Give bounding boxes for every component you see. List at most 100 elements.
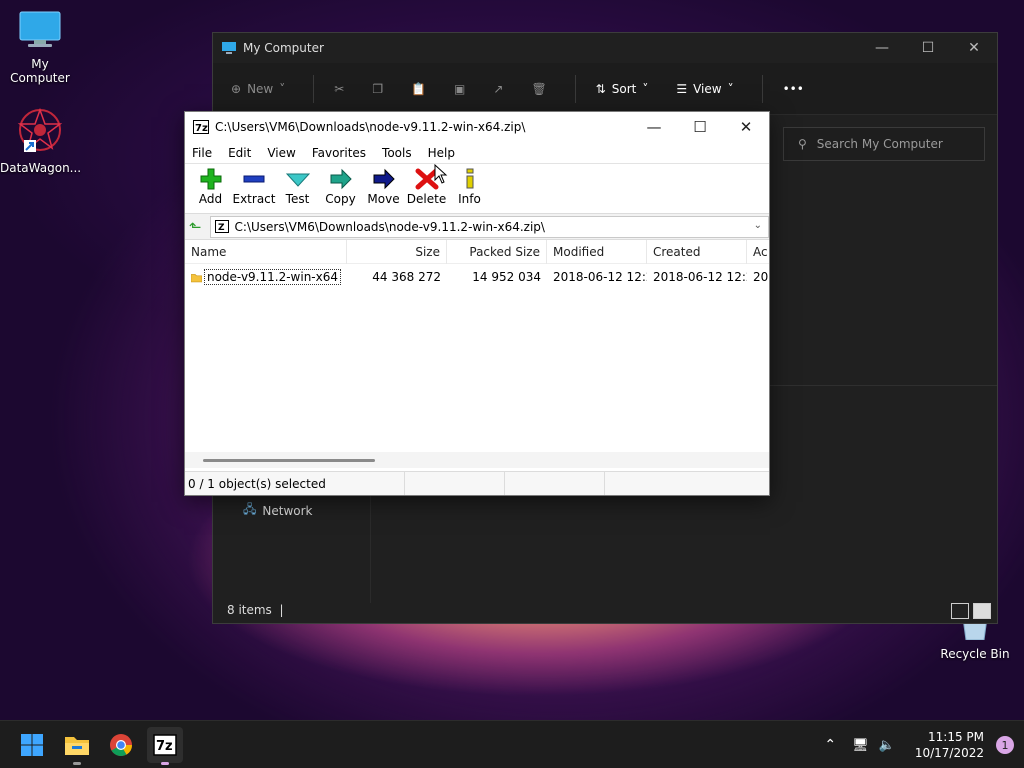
list-header: Name Size Packed Size Modified Created A… xyxy=(185,239,769,264)
nav-item-label: Network xyxy=(262,503,313,518)
test-button[interactable]: Test xyxy=(276,168,319,206)
folder-up-icon[interactable]: ⬑ xyxy=(189,218,202,236)
details-view-icon[interactable] xyxy=(951,603,969,619)
status-cell xyxy=(405,472,505,495)
info-label: Info xyxy=(458,192,481,206)
rename-button[interactable]: ▣ xyxy=(454,82,465,96)
windows-logo-icon xyxy=(21,734,43,756)
move-button[interactable]: Move xyxy=(362,168,405,206)
checkmark-icon xyxy=(285,173,310,187)
sort-icon: ⇅ xyxy=(595,81,606,96)
cut-button[interactable]: ✂ xyxy=(334,82,344,96)
desktop-icon-recycle-bin[interactable]: Recycle Bin xyxy=(935,617,1015,661)
minus-icon xyxy=(243,175,265,183)
address-bar: ⬑ Z C:\Users\VM6\Downloads\node-v9.11.2-… xyxy=(185,214,769,240)
chevron-down-icon[interactable]: ⌄ xyxy=(754,220,762,231)
column-modified[interactable]: Modified xyxy=(547,239,647,264)
file-created: 2018-06-12 12:21 xyxy=(653,270,747,284)
7zip-logo-icon: 7z xyxy=(153,734,177,756)
close-icon[interactable]: ✕ xyxy=(723,112,769,142)
folder-icon xyxy=(65,737,89,755)
file-modified: 2018-06-12 12:21 xyxy=(553,270,647,284)
new-button[interactable]: ⊕ New ˅ xyxy=(231,82,285,96)
nav-item-network[interactable]: 🖧 Network xyxy=(243,500,313,521)
explorer-command-bar: ⊕ New ˅ ✂ ❐ 📋 ▣ ↗ 🗑 ⇅ Sort ˅ ☰ View ˅ ••… xyxy=(213,63,997,115)
address-text: C:\Users\VM6\Downloads\node-v9.11.2-win-… xyxy=(234,219,545,234)
svg-text:7z: 7z xyxy=(156,739,173,754)
7zip-logo-icon: 7z xyxy=(193,120,209,134)
chevron-down-icon: ˅ xyxy=(727,81,734,96)
explorer-status: 8 items | xyxy=(227,603,284,617)
paste-button[interactable]: 📋 xyxy=(411,82,426,96)
horizontal-scrollbar[interactable] xyxy=(185,452,769,468)
copy-button[interactable]: ❐ xyxy=(372,82,383,96)
menu-view[interactable]: View xyxy=(267,146,295,160)
search-box[interactable]: ⚲ Search My Computer xyxy=(783,127,985,161)
column-packed-size[interactable]: Packed Size xyxy=(447,239,547,264)
view-button[interactable]: ☰ View ˅ xyxy=(676,82,733,96)
clipboard-icon: 📋 xyxy=(411,81,427,96)
running-indicator xyxy=(73,762,81,765)
network-status-icon[interactable]: 🖥 xyxy=(852,738,869,753)
plus-circle-icon: ⊕ xyxy=(231,81,242,96)
close-icon[interactable]: ✕ xyxy=(951,33,997,63)
desktop-icon-my-computer[interactable]: My Computer xyxy=(0,10,80,85)
sort-label: Sort xyxy=(611,81,637,96)
taskbar-chrome[interactable] xyxy=(103,727,139,763)
view-label: View xyxy=(693,81,722,96)
copy-button[interactable]: Copy xyxy=(319,168,362,206)
start-button[interactable] xyxy=(14,727,50,763)
desktop-icon-datawagon[interactable]: DataWagon... xyxy=(0,106,81,175)
column-created[interactable]: Created xyxy=(647,239,747,264)
file-size: 44 368 272 xyxy=(372,270,441,284)
clock[interactable]: 11:15 PM 10/17/2022 xyxy=(915,729,984,761)
arrow-right-copy-icon xyxy=(330,168,352,190)
more-icon: ••• xyxy=(782,81,804,96)
column-name[interactable]: Name xyxy=(185,239,347,264)
speaker-icon[interactable]: 🔈 xyxy=(879,738,895,753)
menu-tools[interactable]: Tools xyxy=(382,146,412,160)
column-size[interactable]: Size xyxy=(347,239,447,264)
taskbar-7zip[interactable]: 7z xyxy=(147,727,183,765)
menu-edit[interactable]: Edit xyxy=(228,146,251,160)
column-accessed[interactable]: Ac xyxy=(747,245,769,259)
menu-help[interactable]: Help xyxy=(428,146,455,160)
test-label: Test xyxy=(285,192,310,206)
address-input[interactable]: Z C:\Users\VM6\Downloads\node-v9.11.2-wi… xyxy=(209,215,769,238)
extract-button[interactable]: Extract xyxy=(232,168,276,206)
maximize-icon[interactable]: ☐ xyxy=(905,33,951,63)
item-count: 8 items xyxy=(227,603,272,617)
delete-button[interactable]: 🗑 xyxy=(531,82,546,96)
search-placeholder: Search My Computer xyxy=(816,137,943,151)
info-button[interactable]: Info xyxy=(448,168,491,206)
monitor-icon xyxy=(222,42,236,54)
system-tray: ⌃ 🖥 🔈 11:15 PM 10/17/2022 1 xyxy=(824,721,1024,768)
more-options-button[interactable]: ••• xyxy=(783,82,804,96)
maximize-icon[interactable]: ☐ xyxy=(677,112,723,142)
table-row[interactable]: node-v9.11.2-win-x64 44 368 272 14 952 0… xyxy=(185,266,769,288)
taskbar-file-explorer[interactable] xyxy=(59,727,95,765)
scissors-icon: ✂ xyxy=(334,81,345,96)
monitor-icon xyxy=(19,11,61,47)
folder-icon xyxy=(191,273,202,282)
menu-favorites[interactable]: Favorites xyxy=(312,146,366,160)
chevron-up-icon[interactable]: ⌃ xyxy=(824,737,836,753)
taskbar: 7z ⌃ 🖥 🔈 11:15 PM 10/17/2022 1 xyxy=(0,720,1024,768)
separator xyxy=(313,74,315,103)
7zip-window: 7z C:\Users\VM6\Downloads\node-v9.11.2-w… xyxy=(184,111,770,496)
add-button[interactable]: Add xyxy=(189,168,232,206)
menu-file[interactable]: File xyxy=(192,146,212,160)
delete-label: Delete xyxy=(406,192,447,206)
desktop-icon-label: Recycle Bin xyxy=(940,647,1010,661)
chrome-icon xyxy=(110,734,132,756)
tiles-view-icon[interactable] xyxy=(973,603,991,619)
move-label: Move xyxy=(367,192,400,206)
sort-button[interactable]: ⇅ Sort ˅ xyxy=(596,82,649,96)
minimize-icon[interactable]: — xyxy=(859,33,905,63)
chevron-down-icon: ˅ xyxy=(642,81,649,96)
new-label: New xyxy=(247,81,274,96)
minimize-icon[interactable]: — xyxy=(631,112,677,142)
notification-badge[interactable]: 1 xyxy=(996,736,1014,754)
share-button[interactable]: ↗ xyxy=(493,82,503,96)
scrollbar-thumb[interactable] xyxy=(203,459,375,462)
